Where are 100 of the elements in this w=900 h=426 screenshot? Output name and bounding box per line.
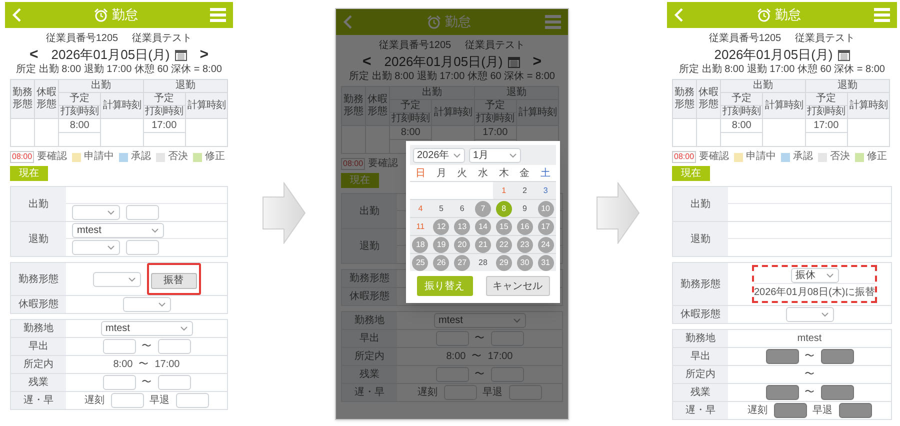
- table-cell: 17:00: [474, 126, 516, 140]
- alarm-clock-icon: [427, 15, 441, 29]
- caret-icon: [158, 302, 166, 307]
- now-button[interactable]: 現在: [341, 173, 379, 188]
- column-header: 予定: [720, 92, 763, 106]
- column-header: 打刻時刻: [143, 106, 186, 118]
- column-header: 退勤: [805, 80, 890, 92]
- field-text: 〜: [138, 358, 149, 372]
- dropdown[interactable]: [92, 272, 140, 286]
- dropdown[interactable]: 2026年: [413, 148, 465, 162]
- field-text: 遅刻: [748, 404, 768, 418]
- legend-label: 要確認: [368, 158, 398, 170]
- column-header: 計算時刻: [516, 100, 558, 126]
- next-day-button[interactable]: >: [200, 47, 209, 63]
- transfer-button[interactable]: 振替: [150, 273, 196, 289]
- column-header: 退勤: [143, 80, 228, 92]
- back-icon[interactable]: [12, 8, 22, 22]
- legend-label: 承認: [131, 151, 152, 163]
- table-cell: 17:00: [805, 118, 848, 132]
- screen-title: 勤怠: [112, 6, 138, 24]
- caret-icon: [151, 228, 159, 232]
- calendar-icon[interactable]: [508, 56, 520, 68]
- calendar-day[interactable]: 8: [496, 200, 512, 216]
- transfer-button[interactable]: 振り替え: [416, 276, 472, 296]
- row-label: 勤務形態: [342, 270, 397, 287]
- employee-number: 従業員番号1205: [378, 40, 452, 52]
- back-icon[interactable]: [343, 15, 353, 29]
- field-text: mtest: [797, 332, 822, 346]
- dropdown[interactable]: [122, 297, 170, 312]
- dropdown[interactable]: [786, 307, 834, 322]
- cancel-button[interactable]: キャンセル: [486, 276, 550, 296]
- screen-title: 勤怠: [775, 6, 801, 24]
- row-label: 遅・早: [342, 384, 397, 401]
- row-label: 出勤: [673, 187, 728, 221]
- dropdown[interactable]: 振休: [790, 268, 839, 282]
- menu-icon[interactable]: [874, 8, 890, 22]
- column-header: 勤務形態: [342, 86, 366, 126]
- weekday-label: 火: [456, 166, 468, 180]
- row-label: 所定内: [673, 366, 728, 383]
- dropdown[interactable]: [72, 205, 120, 220]
- row-label: 早出: [673, 348, 728, 365]
- caret-icon: [509, 152, 517, 158]
- column-header: 勤務形態: [672, 80, 696, 118]
- field-text: 〜: [472, 350, 482, 364]
- field-text: 〜: [804, 386, 814, 400]
- now-button[interactable]: 現在: [672, 166, 710, 181]
- calendar-icon[interactable]: [838, 49, 850, 61]
- previous-day-button[interactable]: <: [29, 47, 38, 63]
- calendar-day[interactable]: 6: [460, 202, 464, 214]
- dropdown[interactable]: mtest: [434, 313, 526, 328]
- row-label: 勤務地: [11, 320, 66, 337]
- dropdown[interactable]: mtest: [72, 222, 164, 238]
- caret-icon: [512, 318, 520, 323]
- legend-label: 否決: [830, 151, 850, 163]
- row-label: 退勤: [342, 229, 397, 263]
- calendar-icon[interactable]: [174, 49, 187, 61]
- field-text: 17:00: [154, 358, 180, 372]
- column-header: 計算時刻: [432, 100, 474, 126]
- weekday-label: 水: [476, 166, 489, 180]
- menu-icon[interactable]: [210, 8, 226, 22]
- row-label: 残業: [673, 384, 728, 401]
- column-header: 予定: [143, 92, 186, 106]
- weekday-label: 日: [414, 166, 426, 180]
- schedule-summary: 所定 出勤 8:00 退勤 17:00 休憩 60 深休 = 8:00: [15, 63, 223, 76]
- menu-icon[interactable]: [545, 15, 561, 29]
- dropdown[interactable]: mtest: [100, 321, 192, 336]
- caret-icon: [453, 152, 461, 158]
- calendar-day[interactable]: 2: [522, 184, 527, 196]
- row-label: 休暇形態: [11, 296, 66, 313]
- schedule-summary: 所定 出勤 8:00 退勤 17:00 休憩 60 深休 = 8:00: [678, 63, 886, 76]
- caret-icon: [107, 210, 115, 215]
- row-label: 勤務地: [342, 312, 397, 329]
- legend-label: 修正: [867, 151, 888, 163]
- table-cell: 8:00: [390, 126, 432, 140]
- column-header: 計算時刻: [762, 92, 805, 118]
- column-header: 予定: [805, 92, 848, 106]
- dropdown[interactable]: [72, 240, 120, 255]
- legend-label: 否決: [168, 151, 188, 163]
- row-label: 勤務形態: [673, 263, 728, 305]
- row-label: 遅・早: [673, 402, 728, 419]
- weekday-label: 月: [435, 166, 448, 180]
- row-label: 勤務形態: [11, 263, 66, 295]
- calendar-day[interactable]: 1: [502, 184, 506, 196]
- calendar-day[interactable]: 5: [439, 202, 444, 214]
- field-text: 〜: [804, 350, 814, 364]
- column-header: 計算時刻: [185, 92, 228, 118]
- now-button[interactable]: 現在: [10, 166, 48, 181]
- previous-day-button[interactable]: <: [362, 54, 372, 70]
- column-header: 勤務形態: [10, 80, 34, 118]
- field-text: 早退: [150, 394, 170, 408]
- dropdown[interactable]: 1月: [469, 148, 521, 162]
- calendar-day[interactable]: 3: [543, 184, 548, 196]
- date-text: 2026年01月05日(月): [384, 53, 503, 70]
- caret-icon: [128, 276, 136, 282]
- calendar-day[interactable]: 9: [522, 202, 527, 214]
- row-label: 出勤: [11, 187, 66, 221]
- back-icon[interactable]: [674, 8, 684, 22]
- calendar-day[interactable]: 4: [418, 202, 423, 214]
- next-day-button[interactable]: >: [532, 54, 542, 70]
- field-text: 17:00: [488, 350, 513, 364]
